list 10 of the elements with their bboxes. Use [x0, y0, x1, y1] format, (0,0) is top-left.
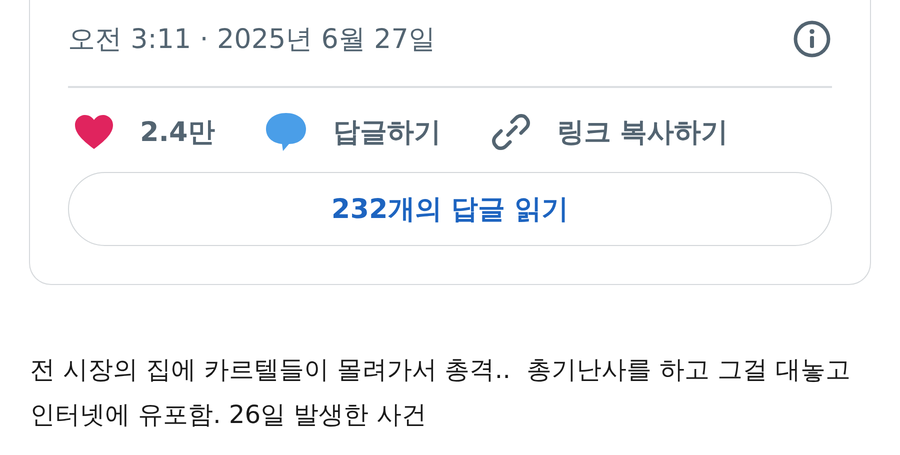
action-label[interactable]: 답글하기	[332, 114, 441, 150]
timestamp: 오전 3:11 · 2025년 6월 27일	[68, 23, 436, 57]
read-replies-button[interactable]: 232개의 답글 읽기	[68, 172, 832, 246]
action-label[interactable]: 링크 복사하기	[556, 114, 728, 150]
action-label[interactable]: 2.4만	[140, 114, 215, 150]
speech-bubble-icon[interactable]	[264, 112, 307, 152]
link-icon[interactable]	[490, 112, 531, 152]
info-icon[interactable]	[792, 19, 832, 59]
post-text: 전 시장의 집에 카르텔들이 몰려가서 총격.. 총기난사를 하고 그걸 대놓고 인터넷에 유포함. 26일 발생한 사건	[30, 354, 852, 431]
heart-icon[interactable]	[74, 114, 114, 150]
